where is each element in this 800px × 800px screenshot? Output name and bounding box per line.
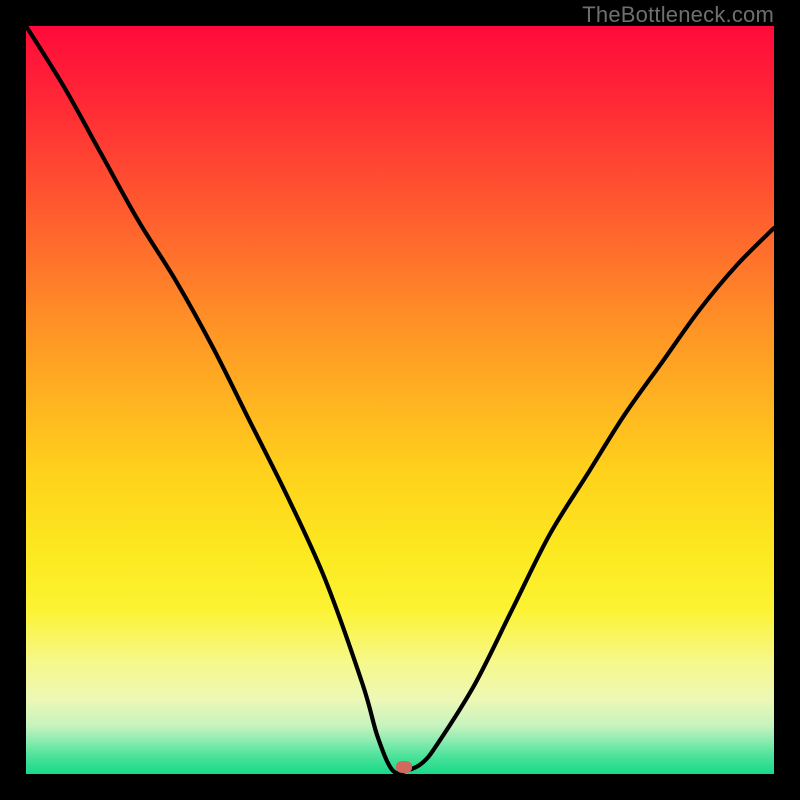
bottleneck-curve xyxy=(26,26,774,773)
plot-area xyxy=(26,26,774,774)
optimum-marker xyxy=(396,761,412,773)
chart-frame: TheBottleneck.com xyxy=(0,0,800,800)
curve-layer xyxy=(26,26,774,774)
watermark-text: TheBottleneck.com xyxy=(582,2,774,28)
